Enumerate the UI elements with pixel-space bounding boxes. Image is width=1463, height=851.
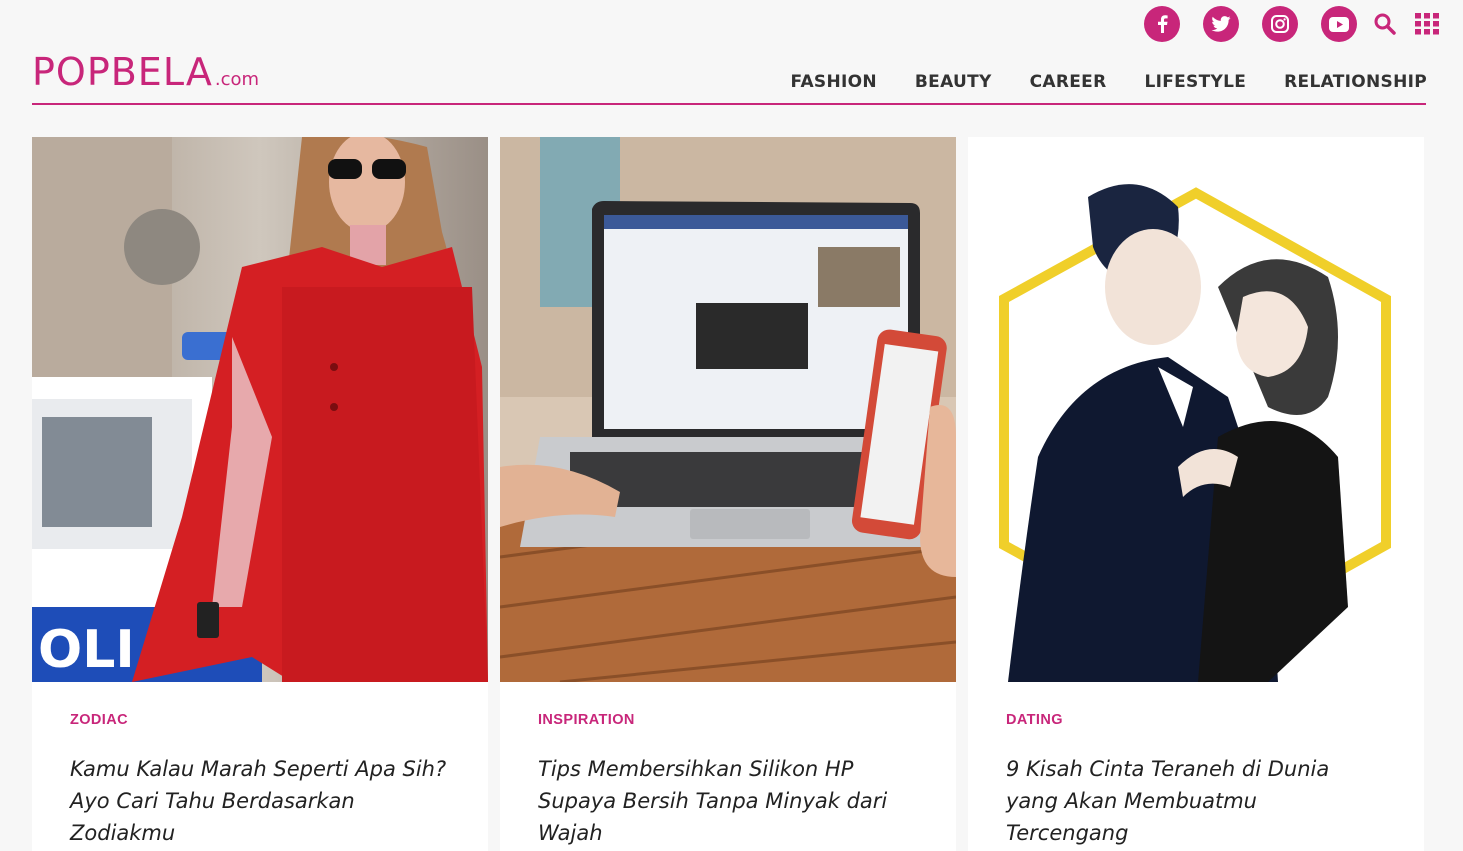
header-divider	[32, 103, 1426, 105]
main-nav: FASHION BEAUTY CAREER LIFESTYLE RELATION…	[753, 72, 1428, 92]
grid-menu-icon[interactable]	[1413, 8, 1441, 40]
instagram-icon[interactable]	[1262, 6, 1298, 42]
nav-fashion[interactable]: FASHION	[791, 72, 877, 92]
facebook-icon[interactable]	[1144, 6, 1180, 42]
article-image-laptop-phone[interactable]	[500, 137, 956, 682]
article-category[interactable]: INSPIRATION	[538, 712, 918, 728]
article-category[interactable]: DATING	[1006, 712, 1386, 728]
article-title[interactable]: 9 Kisah Cinta Teraneh di Dunia yang Akan…	[1006, 753, 1386, 849]
nav-beauty[interactable]: BEAUTY	[915, 72, 992, 92]
article-card[interactable]: INSPIRATION Tips Membersihkan Silikon HP…	[500, 137, 956, 851]
logo-wordmark: POPBELA	[32, 50, 213, 94]
header-social-bar	[1121, 6, 1441, 42]
search-icon[interactable]	[1371, 8, 1399, 40]
svg-text:OLI: OLI	[38, 620, 135, 680]
article-grid: OLI ZODIAC Kamu Kalau Marah Seperti Apa …	[32, 137, 1424, 851]
nav-lifestyle[interactable]: LIFESTYLE	[1144, 72, 1246, 92]
article-title[interactable]: Tips Membersihkan Silikon HP Supaya Bers…	[538, 753, 918, 849]
site-logo[interactable]: POPBELA .com	[32, 50, 259, 94]
nav-relationship[interactable]: RELATIONSHIP	[1284, 72, 1427, 92]
article-card[interactable]: OLI ZODIAC Kamu Kalau Marah Seperti Apa …	[32, 137, 488, 851]
article-category[interactable]: ZODIAC	[70, 712, 450, 728]
article-image-couple-illustration[interactable]	[968, 137, 1424, 682]
article-card[interactable]: DATING 9 Kisah Cinta Teraneh di Dunia ya…	[968, 137, 1424, 851]
article-image-fashion-woman-red-coat[interactable]: OLI	[32, 137, 488, 682]
article-title[interactable]: Kamu Kalau Marah Seperti Apa Sih? Ayo Ca…	[70, 753, 450, 849]
nav-career[interactable]: CAREER	[1030, 72, 1107, 92]
logo-suffix: .com	[214, 69, 260, 90]
twitter-icon[interactable]	[1203, 6, 1239, 42]
youtube-icon[interactable]	[1321, 6, 1357, 42]
